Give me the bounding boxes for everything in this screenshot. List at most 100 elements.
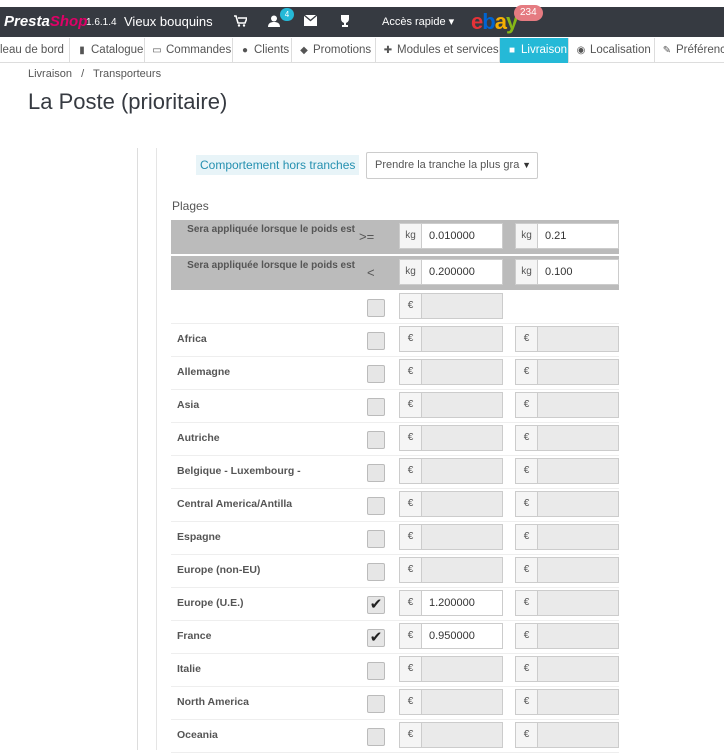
zone-price-input-2[interactable]: € xyxy=(515,689,619,715)
zone-price-input[interactable]: € xyxy=(399,458,503,484)
zone-name: France xyxy=(177,630,212,642)
range-min-input[interactable]: kg 0.010000 xyxy=(399,223,503,249)
currency-addon: € xyxy=(516,459,538,483)
currency-addon: € xyxy=(400,525,422,549)
menu-item-promotions[interactable]: ◆ Promotions xyxy=(292,38,376,63)
menu-item-modules[interactable]: ✚ Modules et services xyxy=(376,38,500,63)
zone-price-input[interactable]: €1.200000 xyxy=(399,590,503,616)
zone-checkbox[interactable] xyxy=(367,662,385,680)
range-operator: >= xyxy=(359,229,375,244)
messages-icon[interactable] xyxy=(303,14,317,29)
zone-checkbox[interactable] xyxy=(367,497,385,515)
zone-price-input[interactable]: € xyxy=(399,491,503,517)
currency-addon: € xyxy=(516,426,538,450)
range-label: Sera appliquée lorsque le poids est xyxy=(187,260,355,271)
zone-price-input-2[interactable]: € xyxy=(515,656,619,682)
zone-checkbox[interactable] xyxy=(367,728,385,746)
menu-item-localization[interactable]: ◉ Localisation xyxy=(569,38,655,63)
zone-checkbox[interactable] xyxy=(367,464,385,482)
zone-price-input-2[interactable]: € xyxy=(515,722,619,748)
range-min-input-2[interactable]: kg 0.21 xyxy=(515,223,619,249)
menu-item-preferences[interactable]: ✎ Préférences xyxy=(655,38,724,63)
zone-checkbox[interactable] xyxy=(367,530,385,548)
zone-price-input-2[interactable]: € xyxy=(515,359,619,385)
zone-price-input-2[interactable]: € xyxy=(515,623,619,649)
credit-card-icon: ▭ xyxy=(152,45,162,56)
price-value xyxy=(538,327,618,351)
zone-price-input-2[interactable]: € xyxy=(515,392,619,418)
currency-addon: € xyxy=(400,327,422,351)
price-value xyxy=(538,459,618,483)
all-zones-price-input[interactable]: € xyxy=(399,293,503,319)
trophy-icon[interactable] xyxy=(338,15,352,29)
zone-checkbox[interactable] xyxy=(367,332,385,350)
all-zones-checkbox[interactable] xyxy=(367,299,385,317)
zone-checkbox[interactable]: ✔ xyxy=(367,596,385,614)
zone-price-input[interactable]: € xyxy=(399,722,503,748)
out-of-range-select[interactable]: Prendre la tranche la plus gra ▼ xyxy=(366,152,538,179)
zone-price-input[interactable]: € xyxy=(399,524,503,550)
menu-item-orders[interactable]: ▭ Commandes xyxy=(145,38,233,63)
breadcrumb-shipping[interactable]: Livraison xyxy=(28,68,72,80)
range-max-input[interactable]: kg 0.200000 xyxy=(399,259,503,285)
currency-addon: € xyxy=(400,360,422,384)
price-value xyxy=(538,426,618,450)
zone-row: Asia € € xyxy=(171,390,619,423)
zone-price-input[interactable]: € xyxy=(399,392,503,418)
price-value: 0.950000 xyxy=(422,624,502,648)
zone-price-input[interactable]: €0.950000 xyxy=(399,623,503,649)
logo-presta: Presta xyxy=(4,13,50,30)
currency-addon: € xyxy=(516,591,538,615)
range-label: Sera appliquée lorsque le poids est xyxy=(187,224,355,235)
menu-item-shipping[interactable]: ■ Livraison xyxy=(500,38,569,63)
zone-price-input-2[interactable]: € xyxy=(515,425,619,451)
range-max-input-2[interactable]: kg 0.100 xyxy=(515,259,619,285)
zone-name: Europe (non-EU) xyxy=(177,564,261,576)
zone-name: Central America/Antilla xyxy=(177,498,293,510)
price-value xyxy=(538,558,618,582)
zone-price-input[interactable]: € xyxy=(399,557,503,583)
zone-row: Autriche € € xyxy=(171,423,619,456)
zone-checkbox[interactable] xyxy=(367,563,385,581)
zone-price-input-2[interactable]: € xyxy=(515,524,619,550)
logo-shop: Shop xyxy=(49,13,88,30)
currency-addon: € xyxy=(516,690,538,714)
currency-addon: € xyxy=(516,327,538,351)
zone-row: Central America/Antilla € € xyxy=(171,489,619,522)
zone-price-input-2[interactable]: € xyxy=(515,590,619,616)
zone-price-input[interactable]: € xyxy=(399,425,503,451)
menu-item-catalogue[interactable]: ▮ Catalogue xyxy=(70,38,145,63)
zone-price-input-2[interactable]: € xyxy=(515,458,619,484)
all-zones-row: € xyxy=(171,291,619,324)
zone-price-input[interactable]: € xyxy=(399,326,503,352)
ranges-panel: Comportement hors tranches Prendre la tr… xyxy=(137,148,724,753)
menu-label: Modules et services xyxy=(397,44,499,56)
cart-icon[interactable] xyxy=(233,15,248,29)
menu-item-dashboard[interactable]: leau de bord xyxy=(0,38,70,63)
zone-price-input-2[interactable]: € xyxy=(515,557,619,583)
unit-addon: kg xyxy=(516,260,538,284)
zone-price-input[interactable]: € xyxy=(399,689,503,715)
zone-checkbox[interactable]: ✔ xyxy=(367,629,385,647)
zone-checkbox[interactable] xyxy=(367,695,385,713)
caret-down-icon: ▾ xyxy=(448,16,455,28)
zone-checkbox[interactable] xyxy=(367,431,385,449)
zone-price-input-2[interactable]: € xyxy=(515,491,619,517)
ebay-logo[interactable]: ebay xyxy=(471,9,518,35)
customers-icon[interactable] xyxy=(267,15,281,29)
zone-price-input-2[interactable]: € xyxy=(515,326,619,352)
currency-addon: € xyxy=(400,690,422,714)
version-label: 1.6.1.4 xyxy=(86,17,117,28)
shop-name-link[interactable]: Vieux bouquins xyxy=(124,14,213,29)
price-value xyxy=(538,723,618,747)
zone-price-input[interactable]: € xyxy=(399,359,503,385)
quick-access-menu[interactable]: Accès rapide ▾ xyxy=(382,15,454,28)
range-row-max: Sera appliquée lorsque le poids est < kg… xyxy=(171,256,619,290)
prestashop-logo[interactable]: PrestaShop xyxy=(4,13,87,30)
zone-price-input[interactable]: € xyxy=(399,656,503,682)
breadcrumb-carriers[interactable]: Transporteurs xyxy=(93,68,161,80)
menu-item-customers[interactable]: ● Clients xyxy=(233,38,292,63)
quick-access-label: Accès rapide xyxy=(382,16,446,28)
zone-checkbox[interactable] xyxy=(367,365,385,383)
zone-checkbox[interactable] xyxy=(367,398,385,416)
